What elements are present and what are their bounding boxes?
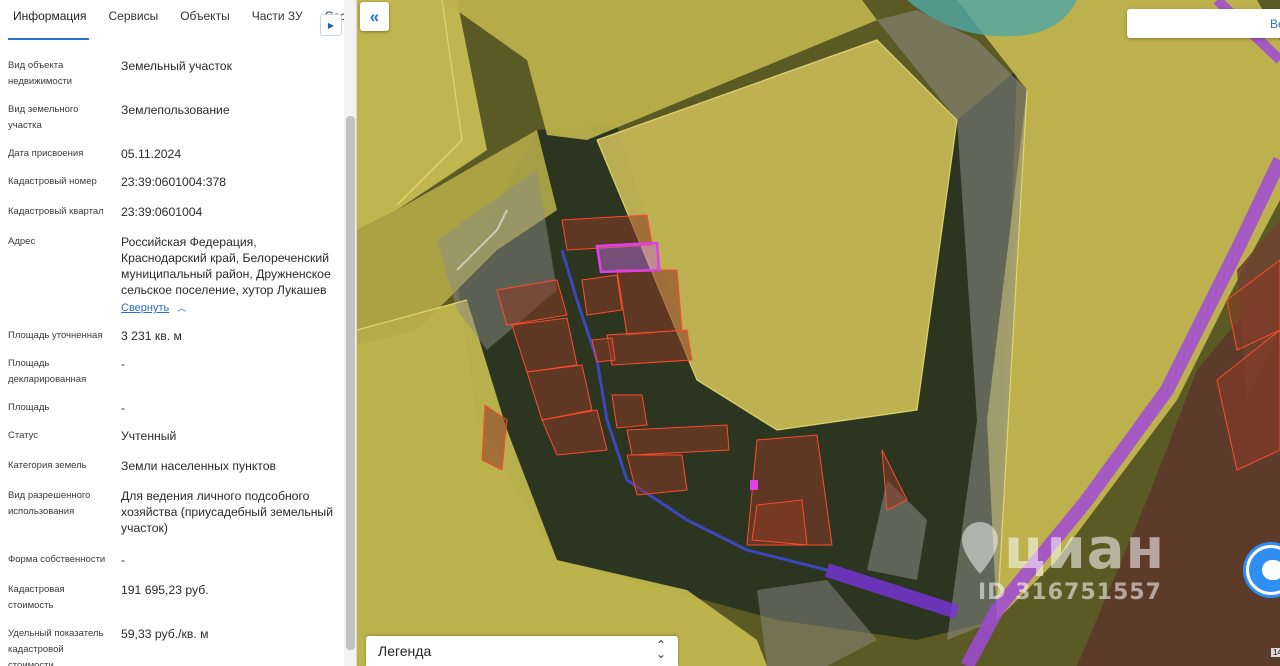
collapse-link-label: Свернуть [121, 302, 170, 314]
watermark-brand: циан [1004, 517, 1166, 582]
legend-panel[interactable]: Легенда ⌃ ⌄ [366, 636, 678, 666]
chevron-up-icon: ︿ [177, 303, 187, 313]
row-label: Вид земельного участка [8, 104, 79, 131]
row-label: Кадастровый номер [8, 176, 97, 187]
row-value: 05.11.2024 [121, 147, 182, 161]
row-label: Удельный показатель кадастровой стоимост… [8, 628, 104, 666]
row-label: Дата присвоения [8, 148, 84, 159]
tab-objects[interactable]: Объекты [169, 0, 241, 40]
triangle-right-icon: ▶ [327, 20, 335, 30]
row-label: Площадь [8, 402, 50, 413]
panel-scrollbar[interactable] [344, 0, 356, 666]
row-label: Статус [8, 430, 39, 441]
chat-icon [1262, 560, 1280, 580]
row-value: Российская Федерация, Краснодарский край… [121, 234, 339, 316]
row-label: Вид разрешенного использования [8, 490, 91, 517]
row-value: 23:39:0601004 [121, 205, 203, 219]
row-value: 3 231 кв. м [121, 329, 182, 343]
double-chevron-left-icon: « [369, 6, 380, 26]
row-label: Площадь уточненная [8, 330, 103, 341]
row-value: 23:39:0601004:378 [121, 175, 227, 189]
tab-services[interactable]: Сервисы [97, 0, 169, 40]
tab-objects-label: Объекты [180, 8, 230, 23]
collapse-link[interactable]: Свернуть ︿ [121, 300, 186, 316]
info-panel: Информация Сервисы Объекты Части ЗУ Сост… [0, 0, 357, 666]
row-label: Форма собственности [8, 554, 106, 565]
row-label: Вид объекта недвижимости [8, 60, 73, 87]
row-label: Кадастровый квартал [8, 206, 104, 217]
row-label: Адрес [8, 236, 36, 247]
tab-info-label: Информация [13, 8, 87, 23]
address-text: Российская Федерация, Краснодарский край… [121, 235, 331, 297]
tabs-fade [300, 0, 322, 40]
tabs-scroll-right-button[interactable]: ▶ [320, 14, 342, 36]
collapse-panel-button[interactable]: « [360, 2, 389, 31]
tab-info[interactable]: Информация [0, 0, 97, 40]
row-value: Земельный участок [121, 59, 232, 73]
row-value: - [121, 401, 126, 415]
tab-bar: Информация Сервисы Объекты Части ЗУ Сост… [0, 0, 344, 40]
watermark-id: ID 316751557 [978, 580, 1162, 605]
row-value: - [121, 357, 126, 371]
row-value: Землепользование [121, 103, 230, 117]
row-value: 191 695,23 руб. [121, 583, 209, 597]
map-search-box[interactable] [1127, 9, 1280, 38]
scrollbar-thumb[interactable] [346, 116, 355, 650]
row-value: Учтенный [121, 429, 177, 443]
map-scale: 14 [1271, 648, 1280, 657]
row-label: Площадь декларированная [8, 358, 87, 385]
legend-title: Легенда [378, 643, 432, 659]
tab-parts-label: Части ЗУ [251, 8, 303, 23]
row-value: Для ведения личного подсобного хозяйства… [121, 489, 334, 535]
row-value: - [121, 553, 126, 567]
row-label: Кадастровая стоимость [8, 584, 65, 611]
tab-services-label: Сервисы [108, 8, 159, 23]
row-value: Земли населенных пунктов [121, 459, 276, 473]
row-value: 59,33 руб./кв. м [121, 627, 209, 641]
search-box-text: Ве [1270, 17, 1280, 31]
row-label: Категория земель [8, 460, 87, 471]
legend-toggle-icon[interactable]: ⌃ ⌄ [656, 639, 666, 660]
